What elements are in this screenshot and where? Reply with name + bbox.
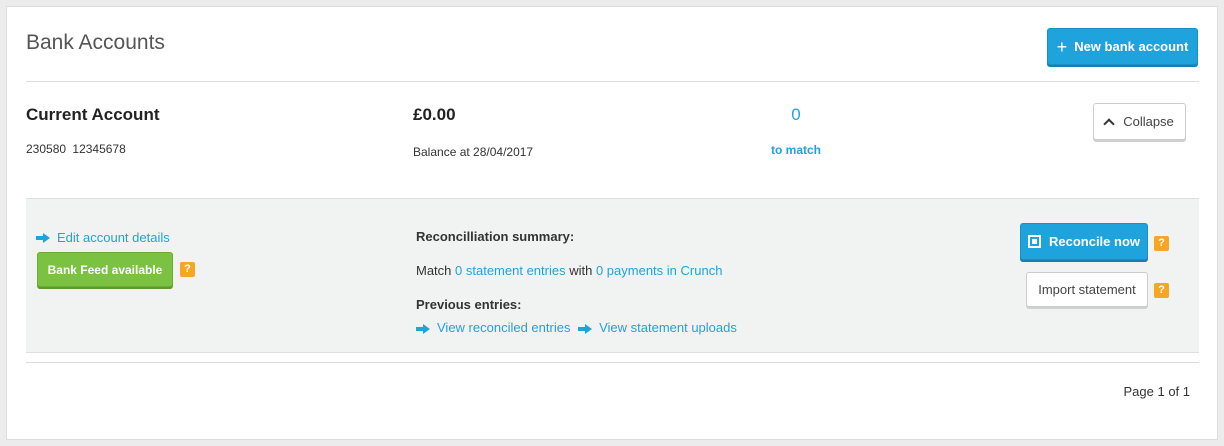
view-statement-uploads-label: View statement uploads — [599, 320, 737, 335]
arrow-right-icon — [416, 323, 430, 334]
bank-accounts-panel: Bank Accounts + New bank account Current… — [6, 6, 1218, 440]
view-statement-uploads-link[interactable]: View statement uploads — [578, 320, 741, 335]
help-icon[interactable]: ? — [1154, 283, 1169, 298]
bank-feed-button[interactable]: Bank Feed available — [37, 252, 173, 287]
header-divider — [26, 81, 1199, 82]
with-text: with — [569, 263, 593, 278]
account-name: Current Account — [26, 105, 160, 124]
view-reconciled-entries-label: View reconciled entries — [437, 320, 571, 335]
chevron-up-icon — [1103, 117, 1115, 130]
account-numbers: 230580 12345678 — [26, 142, 126, 156]
footer-divider — [26, 362, 1199, 363]
help-icon[interactable]: ? — [180, 262, 195, 277]
arrow-right-icon — [578, 323, 593, 334]
import-statement-button[interactable]: Import statement — [1026, 272, 1148, 307]
payments-link[interactable]: 0 payments in Crunch — [596, 263, 722, 278]
page-title: Bank Accounts — [26, 31, 165, 54]
account-balance: £0.00 — [413, 105, 456, 124]
to-match-link[interactable]: to match — [746, 143, 846, 157]
pagination-text: Page 1 of 1 — [1123, 384, 1191, 399]
plus-icon: + — [1056, 36, 1068, 57]
new-bank-account-button[interactable]: + New bank account — [1047, 28, 1198, 65]
view-reconciled-entries-link[interactable]: View reconciled entries — [416, 320, 574, 335]
collapse-button[interactable]: Collapse — [1093, 103, 1186, 140]
reconciliation-title: Reconcilliation summary: — [416, 229, 575, 244]
previous-entries-title: Previous entries: — [416, 297, 522, 312]
sort-code: 230580 — [26, 142, 67, 156]
to-match-count: 0 — [791, 105, 801, 124]
balance-date: Balance at 28/04/2017 — [413, 145, 534, 159]
edit-account-details-label: Edit account details — [57, 230, 170, 245]
account-details-section: Edit account details Bank Feed available… — [26, 198, 1199, 353]
previous-entries-links: View reconciled entries View statement u… — [416, 320, 741, 335]
reconcile-now-label: Reconcile now — [1048, 234, 1141, 249]
help-icon[interactable]: ? — [1154, 236, 1169, 251]
reconcile-now-button[interactable]: Reconcile now — [1020, 223, 1148, 260]
reconcile-icon — [1027, 235, 1041, 248]
statement-entries-link[interactable]: 0 statement entries — [455, 263, 566, 278]
account-number: 12345678 — [72, 142, 126, 156]
new-bank-account-label: New bank account — [1074, 39, 1189, 54]
edit-account-details-link[interactable]: Edit account details — [36, 229, 170, 247]
arrow-right-icon — [36, 232, 50, 243]
collapse-label: Collapse — [1123, 114, 1174, 129]
match-prefix: Match — [416, 263, 452, 278]
reconciliation-summary: Match 0 statement entries with 0 payment… — [416, 263, 722, 278]
